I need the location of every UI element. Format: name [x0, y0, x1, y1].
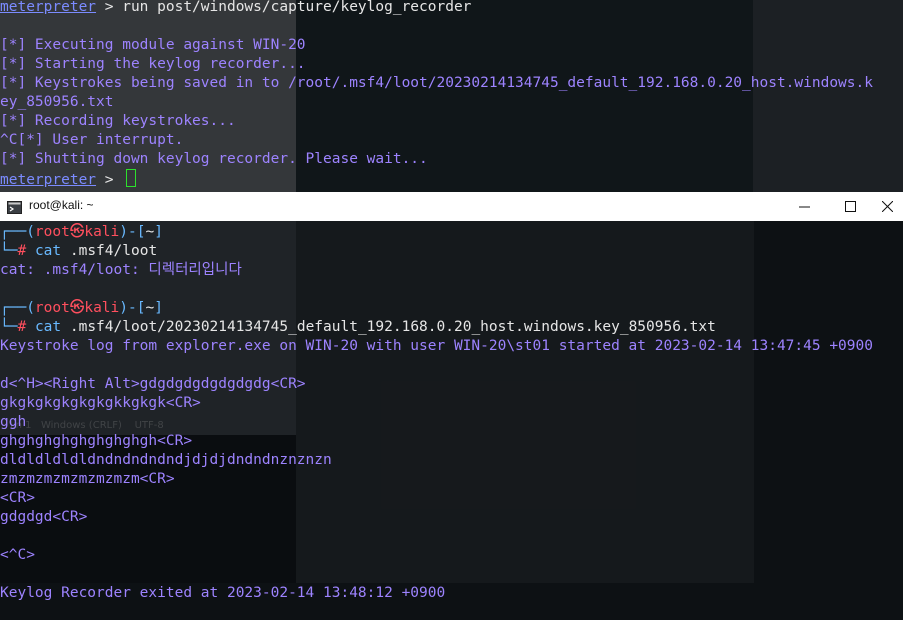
log-line: zmzmzmzmzmzmzmzm<CR>	[0, 471, 175, 487]
desktop-background: meterpreter > run post/windows/capture/k…	[0, 0, 903, 620]
top-line-6: [*] Recording keystrokes...	[0, 113, 236, 129]
background-terminal: meterpreter > run post/windows/capture/k…	[0, 0, 903, 192]
command-output-1: cat: .msf4/loot: 디렉터리입니다	[0, 262, 242, 278]
top-line-7: ^C[*] User interrupt.	[0, 132, 184, 148]
log-line: <CR>	[0, 490, 35, 506]
close-button[interactable]	[872, 192, 903, 221]
top-line-8: [*] Shutting down keylog recorder. Pleas…	[0, 151, 428, 167]
main-terminal[interactable]: Ln 1 Windows (CRLF) UTF-8 ┌──(root㉿kali)…	[0, 221, 903, 620]
command-line-2: └─# cat .msf4/loot/20230214134745_defaul…	[0, 319, 716, 335]
window-title: root@kali: ~	[29, 198, 94, 212]
close-icon	[882, 201, 893, 212]
log-line: d<^H><Right Alt>gdgdgdgdgdgdgdg<CR>	[0, 376, 306, 392]
log-line: dldldldldldndndndndndjdjdjdndndnznznzn	[0, 452, 332, 468]
minimize-button[interactable]	[781, 192, 827, 221]
log-line: gkgkgkgkgkgkgkkgkgk<CR>	[0, 395, 201, 411]
log-line: ghghghghghghghghgh<CR>	[0, 433, 193, 449]
top-line-2: [*] Executing module against WIN-20	[0, 37, 306, 53]
maximize-button[interactable]	[827, 192, 873, 221]
maximize-icon	[844, 201, 856, 212]
top-final-prompt[interactable]: meterpreter >	[0, 169, 137, 190]
terminal-cursor	[126, 169, 137, 187]
log-line: gdgdgd<CR>	[0, 509, 88, 525]
top-line-3: [*] Starting the keylog recorder...	[0, 56, 306, 72]
terminal-app-icon	[7, 199, 22, 214]
command-line-1: └─# cat .msf4/loot	[0, 243, 158, 259]
overlay-window-ghost	[296, 221, 754, 583]
log-line: ggh	[0, 414, 27, 430]
top-line-0: meterpreter > run post/windows/capture/k…	[0, 0, 472, 15]
prompt-line-2: ┌──(root㉿kali)-[~]	[0, 300, 163, 316]
prompt-line-1: ┌──(root㉿kali)-[~]	[0, 224, 163, 240]
log-footer: Keylog Recorder exited at 2023-02-14 13:…	[0, 585, 446, 601]
background-terminal-edge	[753, 0, 903, 192]
window-titlebar[interactable]	[0, 192, 903, 221]
top-line-5: ey_850956.txt	[0, 94, 114, 110]
minimize-icon	[798, 206, 810, 208]
log-line: <^C>	[0, 547, 35, 563]
ghost-status-text: Ln 1 Windows (CRLF) UTF-8	[10, 420, 164, 431]
log-header: Keystroke log from explorer.exe on WIN-2…	[0, 338, 873, 354]
top-line-4: [*] Keystrokes being saved in to /root/.…	[0, 75, 873, 91]
